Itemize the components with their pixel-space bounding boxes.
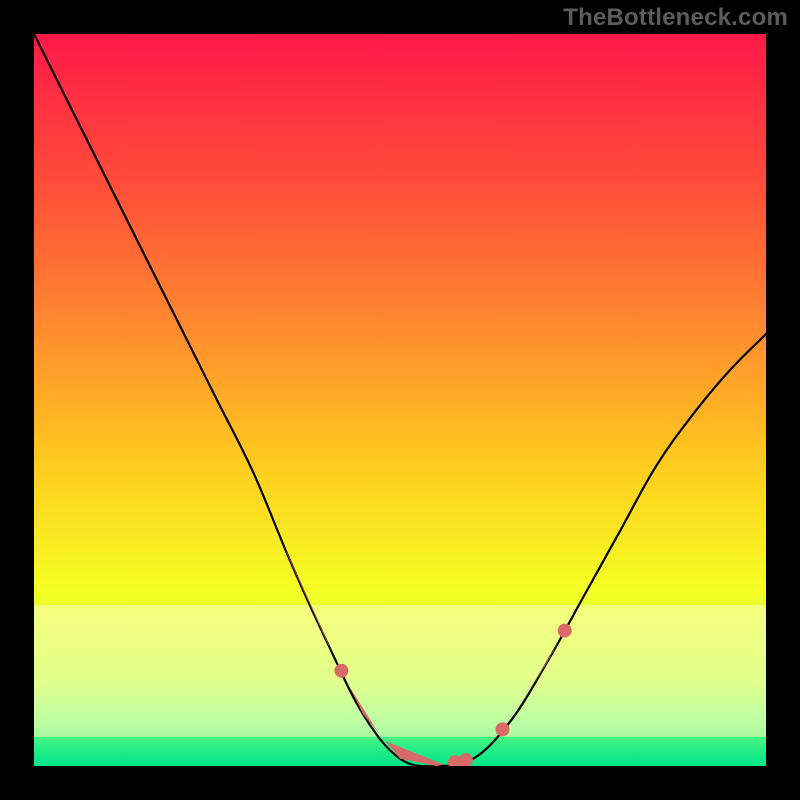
bottleneck-chart (34, 34, 766, 766)
plot-area (34, 34, 766, 766)
watermark-text: TheBottleneck.com (563, 4, 788, 32)
chart-frame: TheBottleneck.com (0, 0, 800, 800)
glow-band (34, 605, 766, 737)
